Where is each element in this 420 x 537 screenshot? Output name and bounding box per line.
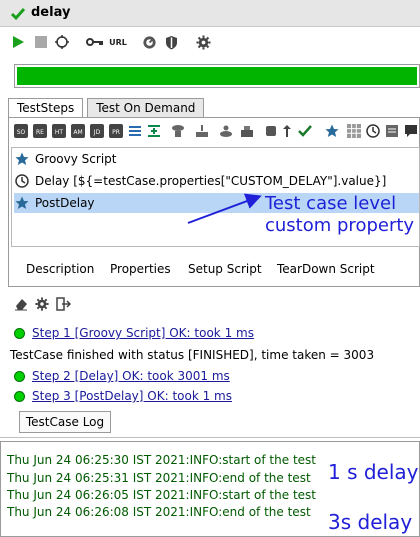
log-link[interactable]: Step 1 [Groovy Script] OK: took 1 ms (32, 326, 254, 340)
step-label: Groovy Script (35, 152, 117, 166)
annotation-3s-delay: 3s delay (328, 510, 413, 534)
security-button[interactable] (163, 34, 179, 50)
tab-properties[interactable]: Properties (110, 262, 171, 276)
send-mock-icon[interactable] (264, 124, 278, 138)
progress-fill (17, 67, 417, 85)
conditional-goto-icon[interactable] (147, 124, 161, 138)
svg-text:RE: RE (36, 129, 44, 136)
credentials-button[interactable] (86, 34, 104, 50)
step-groovy-script[interactable]: Groovy Script (14, 149, 419, 169)
star-icon (14, 151, 30, 167)
console-line: Thu Jun 24 06:26:08 IST 2021:INFO:end of… (7, 505, 311, 519)
options-button[interactable] (141, 34, 157, 50)
eraser-icon[interactable] (14, 297, 28, 311)
ok-status-icon (14, 370, 25, 382)
console-line: Thu Jun 24 06:26:05 IST 2021:INFO:start … (7, 488, 316, 502)
annotation-arrow-icon (187, 193, 262, 224)
stop-button[interactable] (33, 34, 49, 50)
ok-status-icon (14, 327, 25, 339)
console-line: Thu Jun 24 06:25:31 IST 2021:INFO:end of… (7, 471, 311, 485)
step-label: Delay [${=testCase.properties["CUSTOM_DE… (35, 174, 387, 188)
script-step-icon[interactable] (385, 124, 399, 138)
console-line: Thu Jun 24 06:25:30 IST 2021:INFO:start … (7, 453, 316, 467)
tab-test-on-demand[interactable]: Test On Demand (87, 98, 205, 118)
favorite-star-icon[interactable] (325, 124, 339, 138)
log-entry-step1[interactable]: Step 1 [Groovy Script] OK: took 1 ms (8, 324, 254, 342)
property-transfer-icon[interactable] (128, 124, 142, 138)
transfer-arrows-icon[interactable] (280, 124, 294, 138)
tab-description[interactable]: Description (26, 262, 94, 276)
log-entry-step2[interactable]: Step 2 [Delay] OK: took 3001 ms (8, 367, 230, 385)
svg-text:SO: SO (17, 129, 26, 136)
log-entry-step3[interactable]: Step 3 [PostDelay] OK: took 1 ms (8, 387, 232, 405)
annotation-line: Test case level (265, 193, 397, 214)
soap-step-icon[interactable]: SO (14, 124, 28, 138)
annotation-line: custom property (265, 215, 415, 236)
key-icon (86, 38, 103, 46)
run-testcase-icon[interactable] (171, 124, 185, 138)
jdbc-step-icon[interactable]: JD (90, 124, 104, 138)
main-toolbar: URL (0, 28, 420, 56)
amf-step-icon[interactable]: AM (71, 124, 85, 138)
tab-teststeps[interactable]: TestSteps (8, 98, 84, 118)
ok-status-icon (14, 390, 25, 402)
rest-step-icon[interactable]: RE (33, 124, 47, 138)
check-icon (10, 8, 26, 21)
console-log: Thu Jun 24 06:25:30 IST 2021:INFO:start … (0, 441, 420, 537)
gauge-icon (142, 35, 156, 49)
endpoint-url-button[interactable]: URL (108, 34, 128, 50)
log-link[interactable]: Step 3 [PostDelay] OK: took 1 ms (32, 389, 232, 403)
annotation-1s-delay: 1 s delay (328, 460, 419, 484)
testcase-log-button[interactable]: TestCase Log (19, 411, 111, 433)
assertion-icon[interactable] (298, 124, 312, 138)
tab-teardown-script[interactable]: TearDown Script (277, 262, 375, 276)
manual-step-icon[interactable] (240, 124, 254, 138)
log-link[interactable]: Step 2 [Delay] OK: took 3001 ms (32, 369, 230, 383)
run-button[interactable] (10, 34, 26, 50)
svg-text:JD: JD (93, 129, 101, 136)
play-icon (13, 36, 24, 48)
settings-button[interactable] (195, 34, 211, 50)
svg-text:AM: AM (73, 129, 82, 136)
shield-icon (165, 35, 177, 49)
log-entry-finished: TestCase finished with status [FINISHED]… (10, 346, 374, 364)
grid-icon[interactable] (347, 124, 361, 138)
stop-icon (35, 36, 47, 48)
gear-icon[interactable] (35, 297, 49, 311)
comment-step-icon[interactable] (404, 124, 418, 138)
step-delay[interactable]: Delay [${=testCase.properties["CUSTOM_DE… (14, 171, 419, 191)
svg-text:PR: PR (112, 129, 120, 136)
step-label: PostDelay (35, 196, 95, 210)
http-step-icon[interactable]: HT (52, 124, 66, 138)
window-title: delay (31, 5, 71, 20)
loop-button[interactable] (54, 34, 70, 50)
tab-setup-script[interactable]: Setup Script (188, 262, 262, 276)
window-titlebar: delay (0, 0, 420, 27)
properties-step-icon[interactable]: PR (109, 124, 123, 138)
delay-step-icon[interactable] (195, 124, 209, 138)
svg-text:HT: HT (55, 129, 64, 136)
clock-icon (14, 173, 30, 189)
annotation-custom-property: Test case level custom property (265, 193, 414, 237)
star-icon (14, 195, 30, 211)
log-text: TestCase finished with status [FINISHED]… (10, 348, 375, 362)
mockresponse-icon[interactable] (219, 124, 233, 138)
tab-bar: TestSteps Test On Demand (8, 98, 208, 118)
export-icon[interactable] (56, 297, 71, 311)
divider (0, 437, 420, 438)
progress-bar (14, 64, 420, 88)
gear-icon (195, 34, 211, 50)
clock-icon[interactable] (366, 124, 380, 138)
target-icon (55, 35, 69, 49)
